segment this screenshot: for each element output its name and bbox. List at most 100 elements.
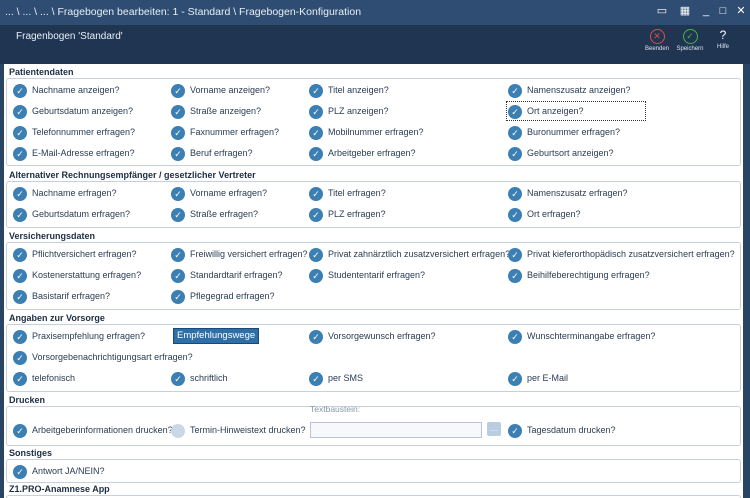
- textbaustein-input[interactable]: [310, 422, 482, 438]
- checkbox-per-sms[interactable]: ✓ per SMS: [309, 370, 363, 386]
- checkbox-label: Arbeitgeberinformationen drucken?: [32, 425, 173, 435]
- checkbox-schriftlich[interactable]: ✓ schriftlich: [171, 370, 228, 386]
- checkbox-antwort-ja-nein[interactable]: ✓ Antwort JA/NEIN?: [13, 463, 105, 479]
- checkbox-label: Buronummer erfragen?: [527, 127, 621, 137]
- checkbox-privat-zahnaerztlich[interactable]: ✓ Privat zahnärztlich zusatzversichert er…: [309, 246, 510, 262]
- checkbox-plz[interactable]: ✓ PLZ anzeigen?: [309, 103, 389, 119]
- unchecked-icon: [171, 423, 185, 438]
- checkbox-arbeitgeberinformationen[interactable]: ✓ Arbeitgeberinformationen drucken?: [13, 422, 173, 438]
- section-box: ✓ Antwort JA/NEIN?: [6, 459, 741, 483]
- checkbox-label: Kostenerstattung erfragen?: [32, 270, 142, 280]
- checkbox-label: Geburtsdatum erfragen?: [32, 209, 131, 219]
- checkbox-alt-geburtsdatum[interactable]: ✓ Geburtsdatum erfragen?: [13, 206, 130, 222]
- checkbox-ort[interactable]: ✓ Ort anzeigen?: [506, 101, 646, 121]
- empfehlungswege-button[interactable]: Empfehlungswege: [173, 328, 260, 344]
- checkbox-label: Privat zahnärztlich zusatzversichert erf…: [328, 249, 511, 259]
- keyboard-icon[interactable]: ▦: [678, 5, 692, 18]
- checkbox-per-email[interactable]: ✓ per E-Mail: [508, 370, 568, 386]
- checkbox-freiwillig[interactable]: ✓ Freiwillig versichert erfragen?: [171, 246, 308, 262]
- checkbox-vorsorgewunsch[interactable]: ✓ Vorsorgewunsch erfragen?: [309, 328, 436, 344]
- checkbox-label: Freiwillig versichert erfragen?: [190, 249, 308, 259]
- minimize-icon[interactable]: _: [699, 5, 713, 18]
- check-icon: ✓: [309, 329, 323, 344]
- checkbox-label: Praxisempfehlung erfragen?: [32, 331, 146, 341]
- close-window-icon[interactable]: ✕: [734, 5, 748, 18]
- section-title: Alternativer Rechnungsempfänger / gesetz…: [9, 170, 256, 180]
- checkbox-label: Namenszusatz anzeigen?: [527, 85, 631, 95]
- checkbox-alt-plz[interactable]: ✓ PLZ erfragen?: [309, 206, 386, 222]
- checkbox-nachname[interactable]: ✓ Nachname anzeigen?: [13, 82, 120, 98]
- checkbox-email[interactable]: ✓ E-Mail-Adresse erfragen?: [13, 145, 135, 161]
- check-icon: ✓: [13, 146, 27, 161]
- checkbox-label: Titel erfragen?: [328, 188, 386, 198]
- checkbox-benachrichtigungsart[interactable]: ✓ Vorsorgebenachrichtigungsart erfragen?: [13, 349, 193, 365]
- checkbox-label: E-Mail-Adresse erfragen?: [32, 148, 135, 158]
- checkbox-label: PLZ anzeigen?: [328, 106, 389, 116]
- checkbox-standardtarif[interactable]: ✓ Standardtarif erfragen?: [171, 267, 283, 283]
- checkbox-termin-hinweistext[interactable]: Termin-Hinweistext drucken?: [171, 422, 306, 438]
- check-icon: ✓: [309, 207, 323, 222]
- checkbox-label: Vorsorgewunsch erfragen?: [328, 331, 436, 341]
- checkbox-kostenerstattung[interactable]: ✓ Kostenerstattung erfragen?: [13, 267, 141, 283]
- checkbox-telefonnummer[interactable]: ✓ Telefonnummer erfragen?: [13, 124, 135, 140]
- checkbox-namenszusatz[interactable]: ✓ Namenszusatz anzeigen?: [508, 82, 631, 98]
- checkbox-geburtsort[interactable]: ✓ Geburtsort anzeigen?: [508, 145, 614, 161]
- check-icon: ✓: [13, 423, 27, 438]
- checkbox-label: Termin-Hinweistext drucken?: [190, 425, 306, 435]
- checkbox-alt-ort[interactable]: ✓ Ort erfragen?: [508, 206, 581, 222]
- check-icon: ✓: [13, 125, 27, 140]
- maximize-icon[interactable]: □: [716, 5, 730, 18]
- checkbox-tagesdatum[interactable]: ✓ Tagesdatum drucken?: [508, 422, 616, 438]
- checkbox-label: Beruf erfragen?: [190, 148, 253, 158]
- check-icon: ✓: [13, 104, 27, 119]
- checkbox-alt-namenszusatz[interactable]: ✓ Namenszusatz erfragen?: [508, 185, 628, 201]
- check-icon: ✓: [13, 329, 27, 344]
- checkbox-pflichtversichert[interactable]: ✓ Pflichtversichert erfragen?: [13, 246, 137, 262]
- page-header: Fragenbogen 'Standard' ✕ Beenden ✓ Speic…: [0, 25, 750, 64]
- checkbox-label: Geburtsdatum anzeigen?: [32, 106, 134, 116]
- checkbox-label: Wunschterminangabe erfragen?: [527, 331, 656, 341]
- checkbox-alt-titel[interactable]: ✓ Titel erfragen?: [309, 185, 386, 201]
- section-title: Sonstiges: [9, 448, 53, 458]
- checkbox-arbeitgeber[interactable]: ✓ Arbeitgeber erfragen?: [309, 145, 416, 161]
- checkbox-pflegegrad[interactable]: ✓ Pflegegrad erfragen?: [171, 288, 275, 304]
- check-icon: ✓: [508, 104, 522, 119]
- checkbox-label: per SMS: [328, 373, 364, 383]
- checkbox-beihilfe[interactable]: ✓ Beihilfeberechtigung erfragen?: [508, 267, 650, 283]
- checkbox-wunschtermin[interactable]: ✓ Wunschterminangabe erfragen?: [508, 328, 655, 344]
- checkbox-label: PLZ erfragen?: [328, 209, 386, 219]
- beenden-button[interactable]: ✕ Beenden: [642, 29, 672, 52]
- checkbox-geburtsdatum[interactable]: ✓ Geburtsdatum anzeigen?: [13, 103, 133, 119]
- check-icon: ✓: [171, 186, 185, 201]
- checkbox-praxisempfehlung[interactable]: ✓ Praxisempfehlung erfragen?: [13, 328, 145, 344]
- checkbox-vorname[interactable]: ✓ Vorname anzeigen?: [171, 82, 270, 98]
- checkbox-telefonisch[interactable]: ✓ telefonisch: [13, 370, 75, 386]
- checkbox-label: telefonisch: [32, 373, 76, 383]
- checkbox-beruf[interactable]: ✓ Beruf erfragen?: [171, 145, 253, 161]
- checkbox-alt-strasse[interactable]: ✓ Straße erfragen?: [171, 206, 258, 222]
- checkbox-privat-kieferorthopaedisch[interactable]: ✓ Privat kieferorthopädisch zusatzversich…: [508, 246, 735, 262]
- checkbox-strasse[interactable]: ✓ Straße anzeigen?: [171, 103, 261, 119]
- checkbox-titel[interactable]: ✓ Titel anzeigen?: [309, 82, 389, 98]
- checkbox-faxnummer[interactable]: ✓ Faxnummer erfragen?: [171, 124, 279, 140]
- check-icon: ✓: [13, 186, 27, 201]
- checkbox-basistarif[interactable]: ✓ Basistarif erfragen?: [13, 288, 110, 304]
- check-icon: ✓: [171, 247, 185, 262]
- check-icon: ✓: [171, 268, 185, 283]
- checkbox-studententarif[interactable]: ✓ Studententarif erfragen?: [309, 267, 425, 283]
- checkbox-alt-vorname[interactable]: ✓ Vorname erfragen?: [171, 185, 267, 201]
- checkbox-label: Vorname anzeigen?: [190, 85, 271, 95]
- window-restore-icon[interactable]: ▭: [655, 5, 669, 18]
- checkbox-buronummer[interactable]: ✓ Buronummer erfragen?: [508, 124, 620, 140]
- checkbox-label: Faxnummer erfragen?: [190, 127, 280, 137]
- check-icon: ✓: [309, 186, 323, 201]
- hilfe-button[interactable]: ? Hilfe: [708, 29, 738, 51]
- check-icon: ✓: [171, 125, 185, 140]
- check-icon: ✓: [309, 83, 323, 98]
- speichern-button[interactable]: ✓ Speichern: [675, 29, 705, 52]
- textbaustein-browse-button[interactable]: ...: [487, 422, 501, 436]
- checkbox-mobilnummer[interactable]: ✓ Mobilnummer erfragen?: [309, 124, 424, 140]
- check-icon: ✓: [13, 247, 27, 262]
- checkbox-alt-nachname[interactable]: ✓ Nachname erfragen?: [13, 185, 117, 201]
- checkbox-label: per E-Mail: [527, 373, 569, 383]
